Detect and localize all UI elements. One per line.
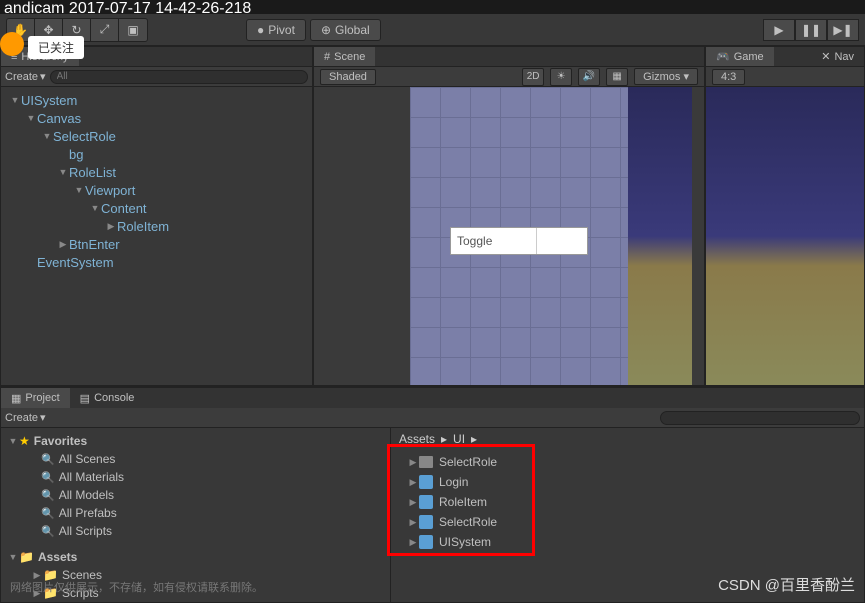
hierarchy-tree: ▼UISystem▼Canvas▼SelectRolebg▼RoleList▼V… <box>1 87 312 385</box>
hierarchy-item[interactable]: ▶BtnEnter <box>1 235 312 253</box>
tab-scene[interactable]: # Scene <box>314 47 375 66</box>
project-create[interactable]: Create ▾ <box>5 411 46 424</box>
ui-toggle-element[interactable]: Toggle <box>450 227 588 255</box>
assets-root[interactable]: ▼📁Assets <box>1 548 390 566</box>
project-panel: ▦ Project ▤ Console Create ▾ ▼★Favorites… <box>0 387 865 603</box>
asset-prefab[interactable]: ▶RoleItem <box>391 492 864 512</box>
main-toolbar: ✋ ✥ ↻ ⤢ ▣ ●Pivot ⊕Global ▶ ❚❚ ▶❚ <box>0 14 865 46</box>
effects-icon[interactable]: ▦ <box>606 68 628 86</box>
follow-badge[interactable]: 已关注 <box>28 36 84 59</box>
scene-panel: # Scene Shaded 2D ☀ 🔊 ▦ Gizmos ▾ Toggle <box>313 46 705 386</box>
play-controls: ▶ ❚❚ ▶❚ <box>763 19 859 41</box>
footer-text: 网络图片仅供展示，不存储，如有侵权请联系删除。 <box>10 579 263 595</box>
asset-prefab[interactable]: ▶Login <box>391 472 864 492</box>
light-icon[interactable]: ☀ <box>550 68 572 86</box>
game-preview-strip <box>628 87 692 385</box>
hierarchy-item[interactable]: ▼Content <box>1 199 312 217</box>
play-button[interactable]: ▶ <box>763 19 795 41</box>
breadcrumb-ui[interactable]: UI <box>453 432 465 446</box>
project-search[interactable] <box>660 411 860 425</box>
asset-prefab[interactable]: ▶UISystem <box>391 532 864 552</box>
hierarchy-create[interactable]: Create ▾ <box>5 70 46 83</box>
favorite-item[interactable]: 🔍All Scripts <box>1 522 390 540</box>
hierarchy-item[interactable]: bg <box>1 145 312 163</box>
tab-project[interactable]: ▦ Project <box>1 388 70 408</box>
hierarchy-item[interactable]: ▼Viewport <box>1 181 312 199</box>
step-button[interactable]: ▶❚ <box>827 19 859 41</box>
pivot-button[interactable]: ●Pivot <box>246 19 306 41</box>
favorites-header[interactable]: ▼★Favorites <box>1 432 390 450</box>
hierarchy-item[interactable]: ▼RoleList <box>1 163 312 181</box>
breadcrumb-assets[interactable]: Assets <box>399 432 435 446</box>
favorite-item[interactable]: 🔍All Prefabs <box>1 504 390 522</box>
watermark: CSDN @百里香酚兰 <box>718 574 855 595</box>
avatar-icon <box>0 32 24 56</box>
global-button[interactable]: ⊕Global <box>310 19 381 41</box>
tab-nav[interactable]: ✕ Nav <box>811 47 864 66</box>
folder-tree: ▼★Favorites🔍All Scenes🔍All Materials🔍All… <box>1 428 391 602</box>
mode-2d[interactable]: 2D <box>522 68 544 86</box>
hierarchy-item[interactable]: ▼UISystem <box>1 91 312 109</box>
asset-folder[interactable]: ▶SelectRole <box>391 452 864 472</box>
audio-icon[interactable]: 🔊 <box>578 68 600 86</box>
scene-viewport[interactable]: Toggle <box>314 87 704 385</box>
asset-list: ▶SelectRole ▶Login▶RoleItem▶SelectRole▶U… <box>391 450 864 554</box>
favorite-item[interactable]: 🔍All Materials <box>1 468 390 486</box>
game-panel: 🎮 Game ✕ Nav 4:3 <box>705 46 865 386</box>
shading-mode[interactable]: Shaded <box>320 69 376 85</box>
hierarchy-item[interactable]: EventSystem <box>1 253 312 271</box>
breadcrumb: Assets ▸ UI ▸ <box>391 428 864 450</box>
aspect-dropdown[interactable]: 4:3 <box>712 69 745 85</box>
hierarchy-item[interactable]: ▼SelectRole <box>1 127 312 145</box>
rect-tool[interactable]: ▣ <box>119 19 147 41</box>
favorite-item[interactable]: 🔍All Models <box>1 486 390 504</box>
gizmos-dropdown[interactable]: Gizmos ▾ <box>634 68 698 85</box>
favorite-item[interactable]: 🔍All Scenes <box>1 450 390 468</box>
window-titlebar: andicam 2017-07-17 14-42-26-218 <box>0 0 865 14</box>
hierarchy-item[interactable]: ▼Canvas <box>1 109 312 127</box>
hierarchy-search[interactable] <box>50 70 308 84</box>
game-view[interactable] <box>706 87 864 385</box>
scale-tool[interactable]: ⤢ <box>91 19 119 41</box>
hierarchy-panel: ≡ Hierarchy Create ▾ ▼UISystem▼Canvas▼Se… <box>0 46 313 386</box>
tab-game[interactable]: 🎮 Game <box>706 47 774 66</box>
tab-console[interactable]: ▤ Console <box>70 388 145 408</box>
hierarchy-item[interactable]: ▶RoleItem <box>1 217 312 235</box>
pause-button[interactable]: ❚❚ <box>795 19 827 41</box>
asset-prefab[interactable]: ▶SelectRole <box>391 512 864 532</box>
